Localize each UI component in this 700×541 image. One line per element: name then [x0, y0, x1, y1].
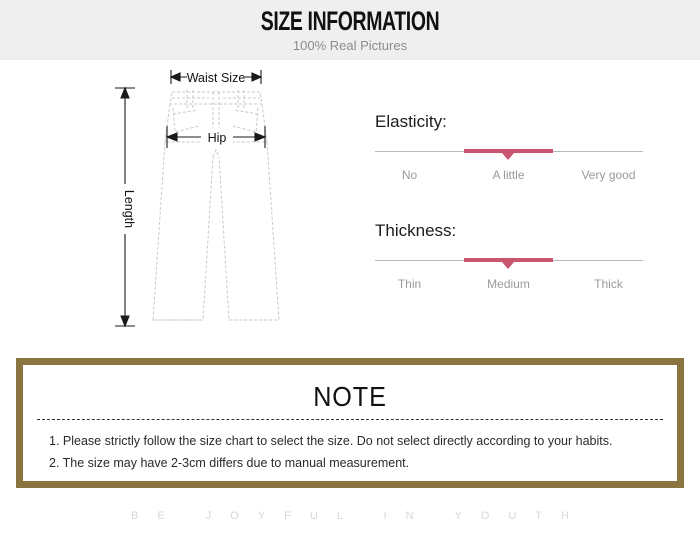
elasticity-marker-icon	[502, 153, 514, 160]
thickness-meter: Thickness: Thin Medium Thick	[375, 221, 643, 292]
footer-tagline: BE JOYFUL IN YOUTH	[131, 510, 588, 522]
note-item: 2. The size may have 2-3cm differs due t…	[49, 456, 410, 470]
thickness-scale[interactable]	[375, 255, 643, 269]
elasticity-meter: Elasticity: No A little Very good	[375, 112, 643, 183]
note-title: NOTE	[313, 381, 387, 412]
elasticity-labels: No A little Very good	[375, 167, 643, 183]
note-list: 1. Please strictly follow the size chart…	[23, 430, 677, 474]
waist-size-label: Waist Size	[187, 71, 246, 85]
elasticity-option-1[interactable]: A little	[464, 167, 553, 183]
attribute-meters: Elasticity: No A little Very good Thickn…	[375, 112, 643, 330]
note-item: 1. Please strictly follow the size chart…	[49, 434, 613, 448]
elasticity-title: Elasticity:	[375, 112, 447, 131]
page-footer: BE JOYFUL IN YOUTH	[0, 500, 700, 541]
pants-illustration: Waist Size Hip Length	[115, 69, 280, 328]
elasticity-scale[interactable]	[375, 146, 643, 160]
pants-size-diagram: Waist Size Hip Length	[95, 62, 385, 342]
thickness-marker-icon	[502, 262, 514, 269]
thickness-option-1[interactable]: Medium	[464, 276, 553, 292]
page-title: SIZE INFORMATION	[260, 6, 440, 36]
elasticity-option-0[interactable]: No	[365, 167, 454, 183]
page-header: SIZE INFORMATION 100% Real Pictures	[0, 0, 700, 60]
thickness-title: Thickness:	[375, 221, 457, 240]
thickness-option-2[interactable]: Thick	[564, 276, 653, 292]
thickness-option-0[interactable]: Thin	[365, 276, 454, 292]
hip-label: Hip	[208, 131, 227, 145]
note-box: NOTE 1. Please strictly follow the size …	[16, 358, 684, 488]
page-subtitle: 100% Real Pictures	[292, 38, 408, 53]
thickness-labels: Thin Medium Thick	[375, 276, 643, 292]
note-divider	[37, 419, 663, 420]
length-label: Length	[122, 190, 136, 228]
elasticity-option-2[interactable]: Very good	[564, 167, 653, 183]
